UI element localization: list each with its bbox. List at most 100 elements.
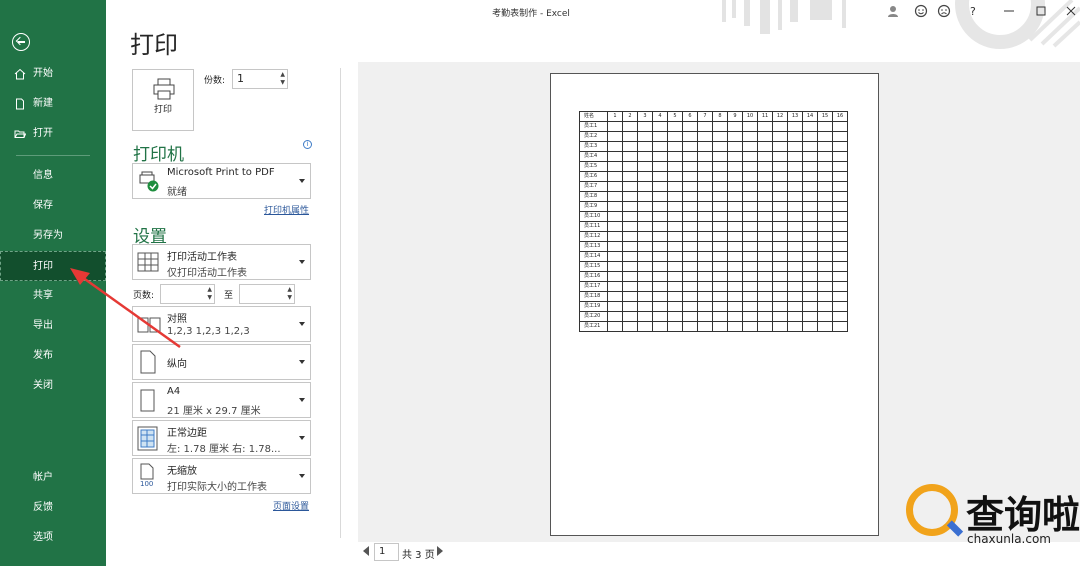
nav-item-open[interactable]: 打开 [0, 119, 106, 149]
attendance-cell [712, 151, 728, 162]
nav-item-export[interactable]: 导出 [0, 311, 106, 341]
attendance-cell [712, 311, 728, 322]
nav-item-options[interactable]: 选项 [0, 523, 106, 553]
nav-item-print[interactable]: 打印 [0, 251, 106, 281]
attendance-cell [727, 171, 743, 182]
next-page-icon[interactable] [437, 546, 443, 556]
table-row: 员工7 [579, 181, 848, 192]
attendance-cell [697, 131, 713, 142]
stepper-arrows-icon[interactable]: ▲ ▼ [280, 71, 285, 87]
attendance-cell [637, 271, 653, 282]
nav-item-save-as[interactable]: 另存为 [0, 221, 106, 251]
info-icon[interactable]: i [303, 140, 312, 149]
nav-item-close[interactable]: 关闭 [0, 371, 106, 401]
nav-item-account[interactable]: 帐户 [0, 463, 106, 493]
attendance-cell [802, 301, 818, 312]
attendance-cell [757, 311, 773, 322]
attendance-cell [682, 151, 698, 162]
frown-feedback-icon[interactable] [937, 4, 951, 18]
attendance-cell [712, 191, 728, 202]
previous-page-icon[interactable] [363, 546, 369, 556]
nav-item-home[interactable]: 开始 [0, 59, 106, 89]
page-setup-link[interactable]: 页面设置 [273, 499, 309, 512]
print-scope-dropdown[interactable]: 打印活动工作表 仅打印活动工作表 [132, 244, 311, 280]
attendance-cell [802, 281, 818, 292]
attendance-cell [637, 141, 653, 152]
attendance-cell [652, 201, 668, 212]
attendance-cell [727, 281, 743, 292]
attendance-cell [802, 211, 818, 222]
nav-item-new[interactable]: 新建 [0, 89, 106, 119]
copies-label: 份数: [204, 76, 226, 86]
paper-size-subtitle: 21 厘米 x 29.7 厘米 [167, 406, 261, 417]
minimize-icon[interactable] [1002, 4, 1016, 18]
attendance-cell [697, 151, 713, 162]
attendance-cell [802, 151, 818, 162]
margins-dropdown[interactable]: 正常边距 左: 1.78 厘米 右: 1.78... [132, 420, 311, 456]
chevron-down-icon [299, 474, 305, 478]
nav-item-save[interactable]: 保存 [0, 191, 106, 221]
margins-subtitle: 左: 1.78 厘米 右: 1.78... [167, 444, 281, 455]
attendance-cell [697, 261, 713, 272]
attendance-cell [757, 231, 773, 242]
attendance-cell [652, 241, 668, 252]
smile-feedback-icon[interactable] [914, 4, 928, 18]
printer-section-title: 打印机 [133, 145, 184, 165]
printer-dropdown[interactable]: Microsoft Print to PDF 就绪 [132, 163, 311, 199]
page-to-stepper[interactable]: ▲ ▼ [239, 284, 295, 304]
nav-item-feedback[interactable]: 反馈 [0, 493, 106, 523]
page-from-stepper[interactable]: ▲ ▼ [160, 284, 215, 304]
attendance-cell [697, 271, 713, 282]
portrait-page-icon [140, 350, 156, 374]
scaling-icon-label: 100 [140, 480, 154, 488]
close-icon[interactable] [1064, 4, 1078, 18]
attendance-cell [817, 311, 833, 322]
attendance-cell [697, 181, 713, 192]
stepper-arrows-icon[interactable]: ▲ ▼ [207, 286, 212, 302]
attendance-cell [652, 221, 668, 232]
attendance-cell [652, 171, 668, 182]
table-row: 员工2 [579, 131, 848, 142]
user-avatar-icon[interactable] [886, 4, 900, 18]
nav-item-publish[interactable]: 发布 [0, 341, 106, 371]
printer-properties-link[interactable]: 打印机属性 [264, 203, 309, 216]
attendance-cell [682, 261, 698, 272]
print-button-label: 打印 [153, 105, 172, 115]
maximize-icon[interactable] [1034, 4, 1048, 18]
attendance-cell [772, 291, 788, 302]
header-day-cell: 5 [667, 111, 683, 122]
attendance-cell [652, 151, 668, 162]
attendance-cell [802, 201, 818, 212]
paper-size-title: A4 [167, 386, 181, 397]
stepper-arrows-icon[interactable]: ▲ ▼ [287, 286, 292, 302]
orientation-dropdown[interactable]: 纵向 [132, 344, 311, 380]
nav-item-info[interactable]: 信息 [0, 161, 106, 191]
back-arrow-icon[interactable] [12, 33, 30, 51]
attendance-cell [742, 131, 758, 142]
attendance-cell [757, 251, 773, 262]
scaling-dropdown[interactable]: 100 无缩放 打印实际大小的工作表 [132, 458, 311, 494]
attendance-cell [757, 211, 773, 222]
print-button[interactable]: 打印 [132, 69, 194, 131]
attendance-cell [682, 301, 698, 312]
help-icon[interactable]: ? [966, 4, 980, 18]
attendance-cell [727, 291, 743, 302]
table-row: 员工8 [579, 191, 848, 202]
attendance-cell [622, 251, 638, 262]
nav-item-share[interactable]: 共享 [0, 281, 106, 311]
employee-name-cell: 员工17 [579, 281, 608, 292]
table-row: 员工3 [579, 141, 848, 152]
collate-title: 对照 [167, 314, 187, 325]
copies-stepper[interactable]: 1 ▲ ▼ [232, 69, 288, 89]
attendance-cell [682, 241, 698, 252]
attendance-cell [727, 271, 743, 282]
paper-size-dropdown[interactable]: A4 21 厘米 x 29.7 厘米 [132, 382, 311, 418]
attendance-cell [832, 201, 848, 212]
attendance-cell [727, 201, 743, 212]
collate-dropdown[interactable]: 对照 1,2,3 1,2,3 1,2,3 [132, 306, 311, 342]
attendance-cell [727, 221, 743, 232]
attendance-cell [817, 201, 833, 212]
attendance-cell [802, 171, 818, 182]
current-page-input[interactable]: 1 [374, 543, 399, 561]
attendance-cell [622, 311, 638, 322]
